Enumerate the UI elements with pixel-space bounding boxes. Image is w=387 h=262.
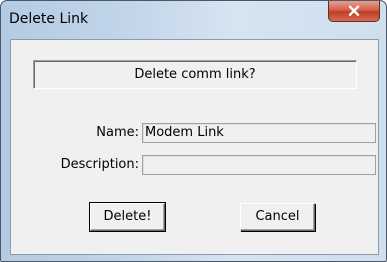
name-field[interactable]: Modem Link bbox=[142, 123, 376, 143]
cancel-button[interactable]: Cancel bbox=[240, 203, 315, 231]
close-button[interactable] bbox=[328, 1, 380, 22]
confirmation-message: Delete comm link? bbox=[33, 60, 357, 89]
description-field[interactable] bbox=[142, 155, 376, 175]
close-x-icon bbox=[348, 5, 360, 16]
description-label: Description: bbox=[60, 157, 139, 172]
window-title: Delete Link bbox=[9, 11, 89, 27]
delete-link-dialog: Delete Link Delete comm link? Name: Mode… bbox=[0, 0, 387, 262]
title-bar[interactable]: Delete Link bbox=[1, 1, 386, 39]
name-label: Name: bbox=[96, 125, 139, 140]
dialog-body: Delete comm link? Name: Modem Link Descr… bbox=[10, 39, 379, 255]
delete-button[interactable]: Delete! bbox=[89, 202, 166, 232]
